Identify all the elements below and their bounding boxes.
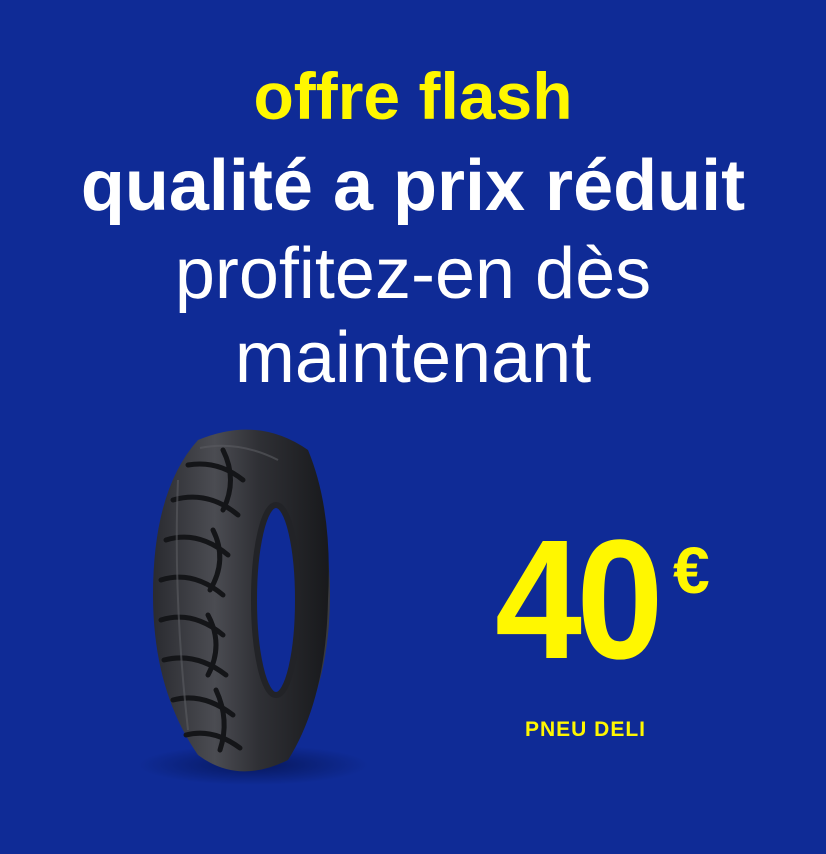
motorcycle-tire-icon (128, 420, 368, 790)
offer-tagline: qualité a prix réduit (80, 146, 746, 226)
product-name: PNEU DELI (525, 718, 647, 741)
price-amount: 40 (495, 505, 663, 695)
price-tag: 40 € (495, 505, 710, 695)
offer-cta-line-1: profitez-en dès (174, 234, 652, 314)
offer-title: offre flash (253, 59, 573, 133)
offer-cta-line-2: maintenant (234, 318, 592, 398)
price-currency: € (673, 533, 710, 607)
